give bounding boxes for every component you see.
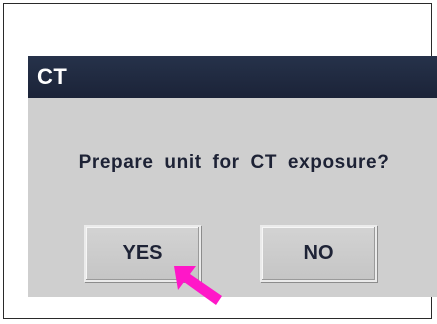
no-button-label: NO xyxy=(303,242,334,264)
dialog-titlebar: CT xyxy=(28,56,437,98)
screen-frame: CT Prepare unit for CT exposure? YES NO xyxy=(3,3,437,319)
no-button[interactable]: NO xyxy=(260,225,377,282)
dialog-title: CT xyxy=(37,64,68,89)
yes-button-label: YES xyxy=(122,242,163,264)
arrow-pointer-icon xyxy=(174,266,222,305)
dialog-message: Prepare unit for CT exposure? xyxy=(78,152,390,173)
ct-dialog: CT Prepare unit for CT exposure? YES NO xyxy=(28,56,437,297)
